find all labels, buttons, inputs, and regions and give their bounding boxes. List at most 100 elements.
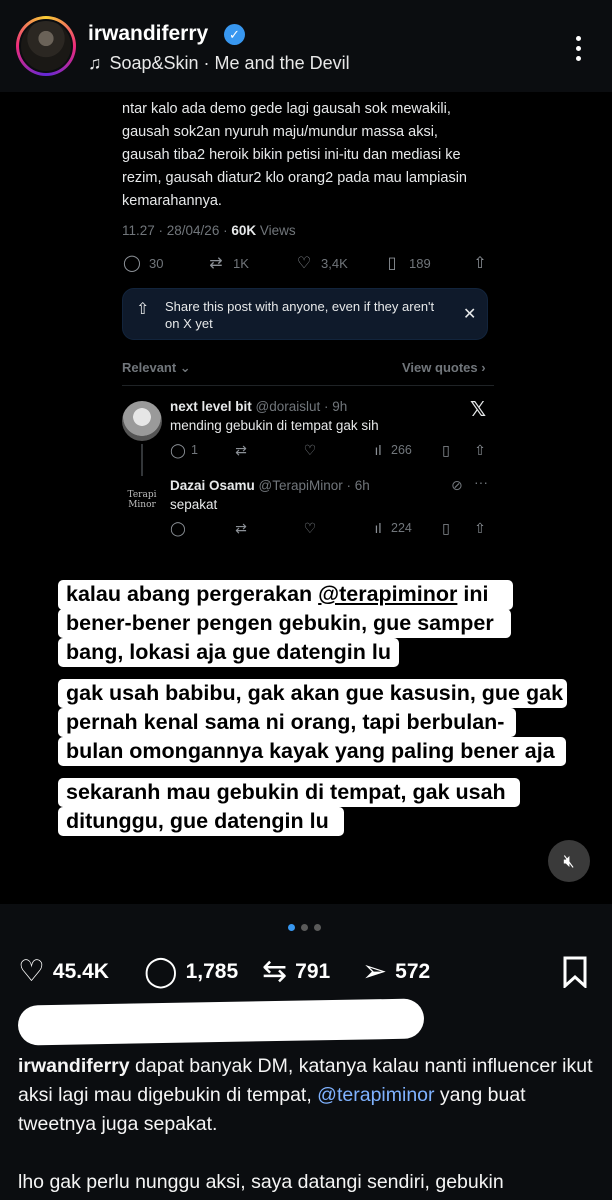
reply-reply-count: 1 (191, 443, 198, 457)
reply-name: Dazai Osamu (170, 478, 255, 493)
reply-handle: @doraislut · 9h (251, 399, 348, 414)
reply-avatar (122, 401, 162, 441)
reply-text: sepakat (170, 497, 218, 512)
muted-speaker-icon[interactable]: 🔇︎ (548, 840, 590, 882)
post-media[interactable]: ntar kalo ada demo gede lagi gausah sok … (0, 92, 612, 904)
reply-views-count: 224 (391, 521, 412, 535)
divider (122, 385, 494, 386)
reply-bookmark-action: ▯ (438, 519, 454, 537)
reply-avatar: Terapi Minor (127, 490, 157, 510)
heart-icon: ♡ (303, 441, 317, 458)
caption-line: bulan omongannya kayak yang paling bener… (58, 737, 566, 766)
more-vertical-icon[interactable] (568, 36, 588, 64)
share-icon: ⇧ (474, 519, 486, 536)
caption-line: bener-bener pengen gebukin, gue samper (58, 609, 511, 638)
caption-line: bang, lokasi aja gue datengin lu (58, 638, 399, 667)
share-notice-text: Share this post with anyone, even if the… (165, 299, 435, 331)
share-icon: ⇧ (473, 255, 487, 272)
post-header: irwandiferry ✓ ♫ Soap&Skin · Me and the D… (0, 0, 612, 92)
bookmark-icon: ▯ (442, 441, 450, 458)
carousel-dot (314, 924, 321, 931)
tweet-like-count: 3,4K (321, 255, 348, 271)
tweet-actions: ◯ 30 ⇄ 1K ♡ 3,4K ▯ 189 ⇧ (122, 252, 492, 274)
audio-track-label: Soap&Skin · Me and the Devil (109, 53, 350, 73)
like-button[interactable]: ♡ 45.4K (18, 954, 109, 990)
caption-mention: @terapiminor (318, 582, 458, 606)
heart-icon: ♡ (303, 519, 317, 536)
repost-icon: ⇄ (235, 441, 247, 458)
tweet-repost-count: 1K (233, 255, 249, 271)
close-icon: ✕ (463, 306, 477, 323)
bookmark-icon: ▯ (442, 519, 450, 536)
repost-icon: ⇄ (209, 255, 223, 272)
reply-author: Dazai Osamu @TerapiMinor · 6h (170, 478, 370, 493)
username[interactable]: irwandiferry (88, 22, 208, 46)
bookmark-icon: ▯ (387, 255, 397, 272)
reply-icon: ◯ (123, 255, 141, 272)
reply-share-action: ⇧ (472, 519, 488, 537)
reply-icon: ◯ (170, 519, 186, 536)
story-ring[interactable] (16, 16, 76, 76)
bookmark-icon[interactable] (562, 956, 588, 988)
caption-mention[interactable]: @terapiminor (317, 1084, 434, 1106)
reply-bookmark-action: ▯ (438, 441, 454, 459)
repost-count: 791 (295, 960, 331, 983)
post-caption-next: lho gak perlu nunggu aksi, saya datangi … (18, 1171, 504, 1193)
thread-line (141, 444, 143, 476)
share-button[interactable]: ➢ 572 (362, 954, 430, 990)
tweet-repost-action: ⇄ 1K (206, 252, 249, 274)
tweet-reply-action: ◯ 30 (122, 252, 163, 274)
share-notice: ⇧ Share this post with anyone, even if t… (122, 288, 488, 340)
music-note-icon: ♫ (88, 53, 102, 73)
repost-icon: ⇆ (262, 955, 288, 988)
view-quotes: View quotes › (402, 360, 486, 375)
caption-line: ditunggu, gue datengin lu (58, 807, 344, 836)
reply-author: next level bit @doraislut · 9h (170, 399, 347, 414)
carousel-dot (301, 924, 308, 931)
grok-icon: ⊘ (451, 477, 463, 493)
post-footer: ♡ 45.4K ◯ 1,785 ⇆ 791 ➢ 572 irwandiferry dap… (0, 904, 612, 1200)
tweet-meta: 11.27 · 28/04/26 · 60K Views (122, 223, 296, 238)
reply-name: next level bit (170, 399, 252, 414)
tweet-reply-count: 30 (149, 255, 164, 271)
tweet-text: ntar kalo ada demo gede lagi gausah sok … (122, 101, 467, 209)
sort-relevant: Relevant ⌄ (122, 360, 191, 375)
carousel-indicator (288, 924, 321, 931)
post-caption: irwandiferry dapat banyak DM, katanya ka… (18, 1052, 598, 1139)
caption-line: sekaranh mau gebukin di tempat, gak usah (58, 778, 520, 807)
comment-icon: ◯ (144, 955, 178, 988)
heart-icon: ♡ (296, 255, 312, 272)
reply-like-action: ♡ (302, 441, 318, 459)
tweet-like-action: ♡ 3,4K (294, 252, 348, 274)
views-icon: ıl (374, 442, 382, 458)
views-icon: ıl (374, 520, 382, 536)
reply-reply-action: ◯ 1 (170, 441, 198, 459)
comment-button[interactable]: ◯ 1,785 (144, 954, 238, 990)
verified-badge-icon: ✓ (224, 24, 245, 45)
heart-icon: ♡ (18, 955, 45, 988)
like-count: 45.4K (52, 960, 109, 983)
caption-text: kalau abang pergerakan (66, 582, 319, 606)
reply-handle: @TerapiMinor · 6h (254, 478, 370, 493)
redaction-scribble (17, 998, 425, 1046)
avatar[interactable] (19, 19, 73, 73)
caption-username[interactable]: irwandiferry (18, 1055, 130, 1077)
tweet-views-label: Views (256, 223, 296, 238)
reply-repost-action: ⇄ (233, 441, 249, 459)
tweet-timestamp: 11.27 · 28/04/26 · (122, 223, 232, 238)
repost-button[interactable]: ⇆ 791 (262, 954, 330, 990)
x-logo-icon: 𝕏 (470, 399, 487, 421)
send-icon: ➢ (362, 955, 388, 988)
repost-icon: ⇄ (235, 519, 247, 536)
tweet-bookmark-count: 189 (409, 255, 431, 271)
tweet-bookmark-action: ▯ 189 (382, 252, 431, 274)
reply-share-action: ⇧ (472, 441, 488, 459)
audio-track[interactable]: ♫ Soap&Skin · Me and the Devil (88, 53, 350, 74)
reply-repost-action: ⇄ (233, 519, 249, 537)
share-icon: ⇧ (474, 441, 486, 458)
reply-text: mending gebukin di tempat gak sih (170, 418, 379, 433)
reply-views-action: ıl 266 (370, 441, 412, 459)
caption-line: pernah kenal sama ni orang, tapi berbula… (58, 708, 516, 737)
caption-text: ini (457, 582, 489, 606)
tweet-share-action: ⇧ (470, 252, 490, 274)
